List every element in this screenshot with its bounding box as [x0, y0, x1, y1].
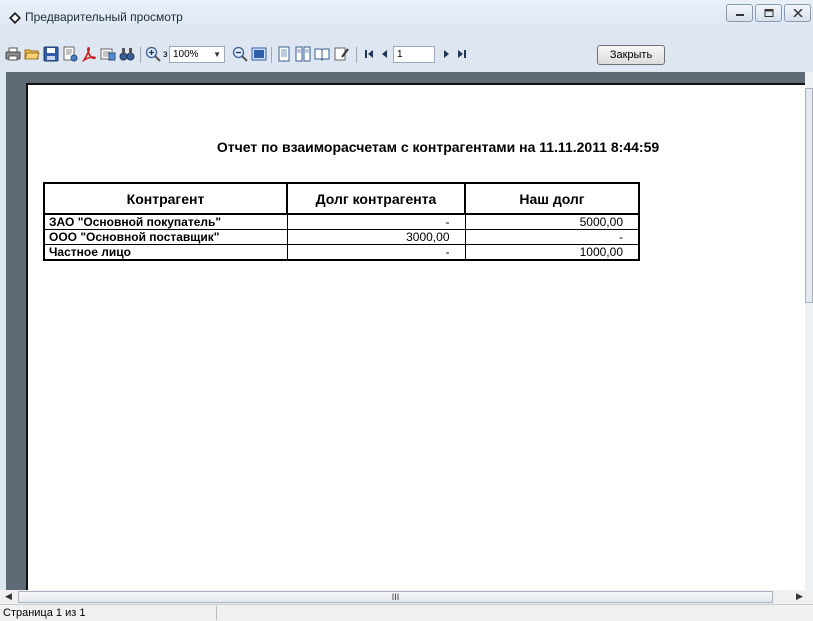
report-table: Контрагент Долг контрагента Наш долг ЗАО…: [43, 182, 640, 261]
report-page: Отчет по взаиморасчетам с контрагентами …: [26, 83, 805, 590]
page-number-value: 1: [397, 49, 403, 60]
minimize-icon: [736, 14, 744, 16]
preview-area: Отчет по взаиморасчетам с контрагентами …: [6, 72, 805, 590]
our-debt-cell: 5000,00: [464, 213, 640, 230]
status-bar: Страница 1 из 1: [0, 604, 813, 621]
save-icon[interactable]: [43, 46, 59, 62]
minimize-button[interactable]: [726, 4, 753, 22]
close-icon: [793, 9, 803, 17]
counterparty-cell: Частное лицо: [43, 244, 288, 261]
chevron-down-icon: ▼: [213, 50, 221, 59]
zoom-prefix-glyph: з: [163, 49, 168, 60]
horizontal-scroll-thumb[interactable]: III: [18, 591, 773, 603]
toolbar-separator: [140, 47, 141, 63]
first-page-icon[interactable]: [361, 46, 377, 62]
their-debt-cell: -: [286, 244, 466, 261]
scroll-left-icon[interactable]: ◀: [5, 591, 12, 602]
toolbar-separator: [356, 47, 357, 63]
column-header: Контрагент: [43, 182, 288, 215]
their-debt-cell: -: [286, 213, 466, 230]
table-row: ЗАО "Основной покупатель" - 5000,00: [43, 213, 640, 230]
page-setup-icon[interactable]: [62, 46, 78, 62]
our-debt-cell: 1000,00: [464, 244, 640, 261]
single-page-icon[interactable]: [276, 46, 292, 62]
edit-page-icon[interactable]: [333, 46, 349, 62]
counterparty-cell: ООО "Основной поставщик": [43, 229, 288, 245]
vertical-scroll-thumb[interactable]: [805, 88, 813, 303]
scroll-grip: III: [391, 592, 400, 602]
counterparty-cell: ЗАО "Основной покупатель": [43, 213, 288, 230]
book-view-icon[interactable]: [314, 46, 330, 62]
open-folder-icon[interactable]: [24, 46, 40, 62]
horizontal-scrollbar[interactable]: ◀ III ▶: [0, 590, 813, 604]
next-page-icon[interactable]: [438, 46, 454, 62]
scroll-right-icon[interactable]: ▶: [796, 591, 803, 602]
table-row: ООО "Основной поставщик" 3000,00 -: [43, 229, 640, 245]
maximize-icon: [764, 9, 774, 17]
window-title: Предварительный просмотр: [25, 10, 183, 24]
preview-window: Предварительный просмотр з 100% ▼ 1 Закр…: [0, 0, 813, 621]
zoom-value: 100%: [173, 49, 199, 60]
report-title: Отчет по взаиморасчетам с контрагентами …: [216, 139, 660, 155]
pdf-export-icon[interactable]: [81, 46, 97, 62]
last-page-icon[interactable]: [454, 46, 470, 62]
zoom-in-icon[interactable]: [145, 46, 161, 62]
close-preview-button[interactable]: Закрыть: [597, 45, 665, 65]
zoom-out-icon[interactable]: [232, 46, 248, 62]
vertical-scrollbar[interactable]: [805, 72, 813, 590]
their-debt-cell: 3000,00: [286, 229, 466, 245]
column-header: Наш долг: [464, 182, 640, 215]
column-header: Долг контрагента: [286, 182, 466, 215]
email-icon[interactable]: [100, 46, 116, 62]
table-row: Частное лицо - 1000,00: [43, 244, 640, 261]
title-bar: Предварительный просмотр: [0, 0, 813, 36]
page-number-input[interactable]: 1: [393, 46, 435, 63]
status-separator: [216, 606, 217, 620]
page-status: Страница 1 из 1: [3, 607, 86, 619]
find-binoculars-icon[interactable]: [119, 46, 135, 62]
toolbar: з 100% ▼ 1 Закрыть: [0, 44, 813, 68]
fit-page-icon[interactable]: [251, 46, 267, 62]
prev-page-icon[interactable]: [377, 46, 393, 62]
zoom-select[interactable]: 100% ▼: [169, 46, 225, 63]
our-debt-cell: -: [464, 229, 640, 245]
app-diamond-icon: [9, 12, 21, 24]
close-window-button[interactable]: [784, 4, 811, 22]
print-icon[interactable]: [5, 46, 21, 62]
multi-page-icon[interactable]: [295, 46, 311, 62]
toolbar-separator: [271, 47, 272, 63]
maximize-button[interactable]: [755, 4, 782, 22]
